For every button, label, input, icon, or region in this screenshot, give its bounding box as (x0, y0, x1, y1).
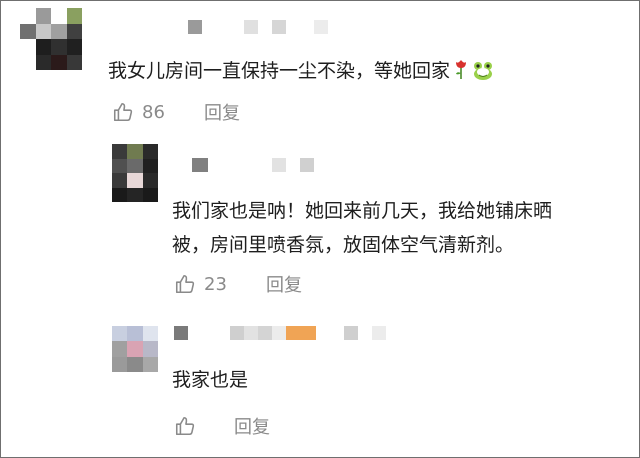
comment-actions: 86 回复 (112, 99, 240, 125)
reply-button[interactable]: 回复 (204, 99, 240, 125)
like-count: 23 (204, 273, 227, 295)
comment-text-line: 被，房间里喷香氛，放固体空气清新剂。 (172, 234, 515, 256)
avatar[interactable] (112, 326, 158, 372)
rose-emoji-icon (456, 60, 467, 79)
reply-button[interactable]: 回复 (234, 413, 270, 439)
comment-text: 我女儿房间一直保持一尘不染，等她回家 (108, 54, 494, 88)
username-blurred[interactable] (188, 20, 328, 34)
thumbs-up-icon[interactable] (174, 273, 196, 295)
comment-actions: 回复 (174, 413, 270, 439)
like-count: 86 (142, 101, 165, 123)
avatar[interactable] (20, 8, 82, 70)
username-blurred[interactable] (192, 158, 314, 172)
comment-text: 我们家也是呐！她回来前几天，我给她铺床晒 被，房间里喷香氛，放固体空气清新剂。 (172, 194, 552, 262)
username-blurred[interactable] (174, 326, 386, 340)
avatar[interactable] (112, 144, 158, 202)
comment-text: 我家也是 (172, 369, 249, 391)
thumbs-up-icon[interactable] (112, 101, 134, 123)
reply-button[interactable]: 回复 (266, 271, 302, 297)
thumbs-up-icon[interactable] (174, 415, 196, 437)
frog-emoji-icon (474, 62, 493, 80)
comment-text-line: 我们家也是呐！她回来前几天，我给她铺床晒 (172, 200, 553, 222)
comment-actions: 23 回复 (174, 271, 302, 297)
